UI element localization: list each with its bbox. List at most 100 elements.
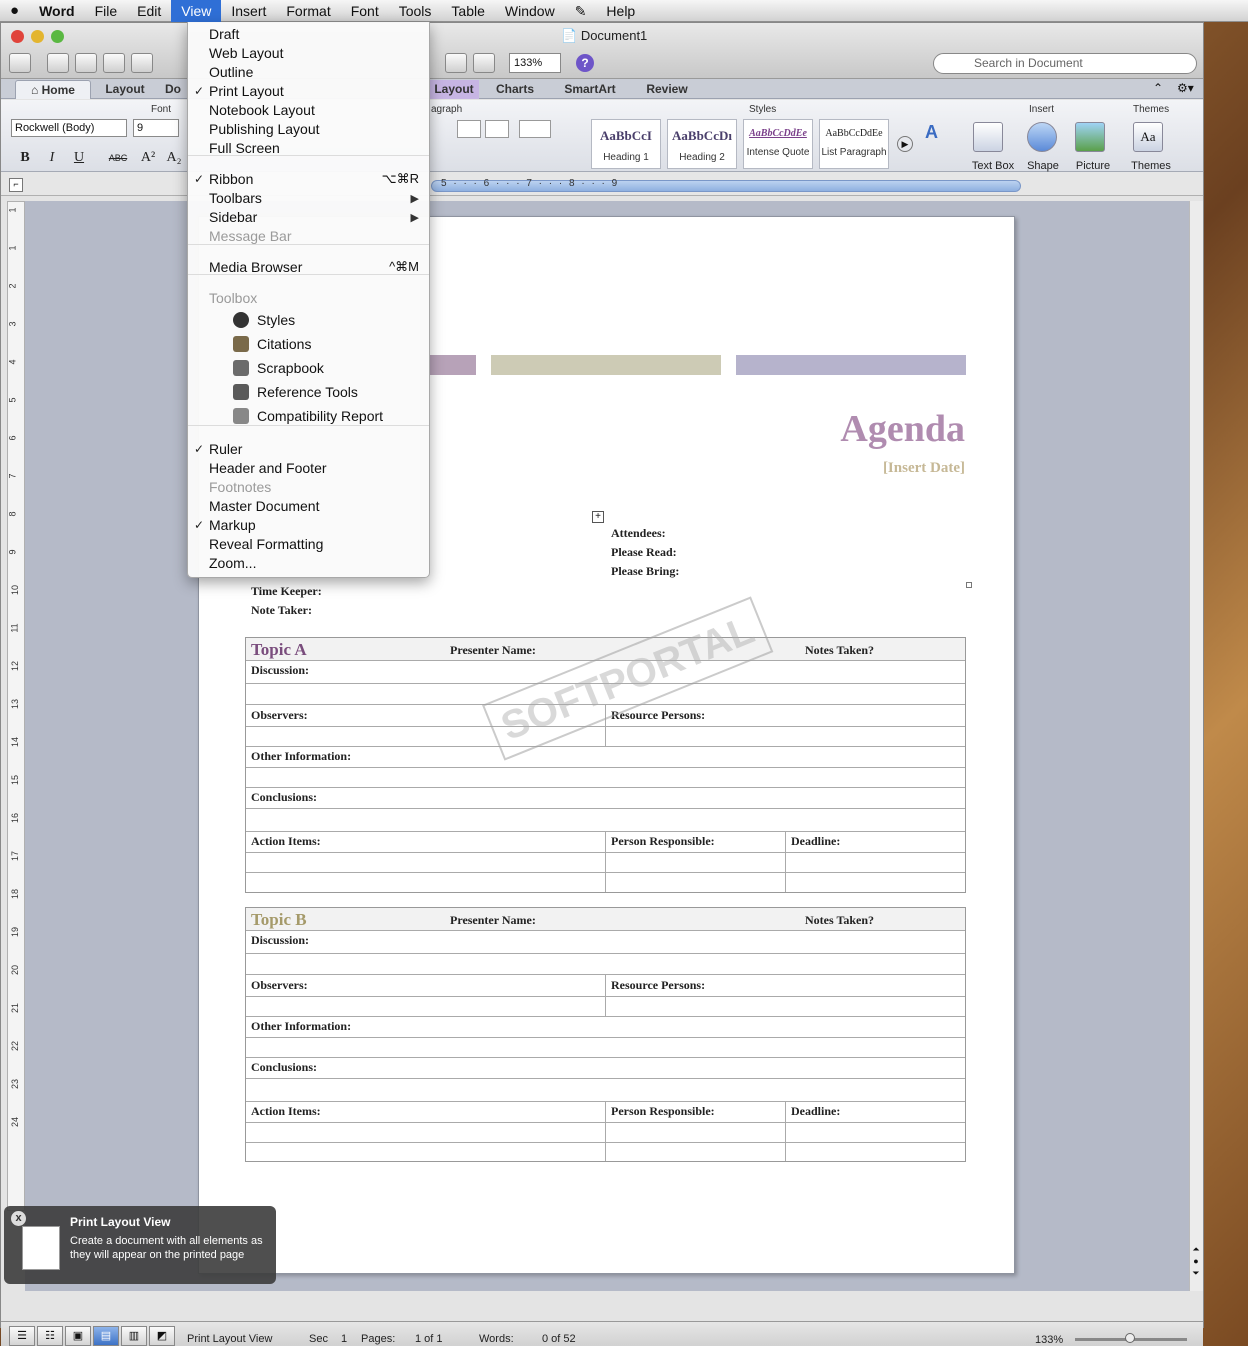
- tab-table-layout[interactable]: Layout: [429, 80, 479, 99]
- zoom-window-icon[interactable]: [51, 30, 64, 43]
- tab-layout[interactable]: Layout: [93, 80, 157, 99]
- print-icon[interactable]: [131, 53, 153, 73]
- style-intense-quote[interactable]: AaBbCcDdEe Intense Quote: [743, 119, 813, 169]
- view-menu-item-styles[interactable]: Styles: [257, 311, 295, 330]
- menu-insert[interactable]: Insert: [221, 0, 276, 22]
- topic-b-table[interactable]: Topic B Presenter Name: Notes Taken? Dis…: [245, 907, 966, 1162]
- shape-icon[interactable]: [1027, 122, 1057, 152]
- view-menu-item-header-and-footer[interactable]: Header and Footer: [209, 459, 327, 478]
- view-menu-item-reveal-formatting[interactable]: Reveal Formatting: [209, 535, 323, 554]
- strikethrough-button[interactable]: ABC: [107, 148, 129, 168]
- shape-button[interactable]: Shape: [1021, 160, 1065, 172]
- view-menu-item-zoom[interactable]: Zoom...: [209, 554, 256, 573]
- tab-document-elements[interactable]: Do: [161, 80, 185, 99]
- view-menu-item-markup[interactable]: Markup: [209, 516, 256, 535]
- style-list-paragraph[interactable]: AaBbCcDdEe List Paragraph: [819, 119, 889, 169]
- style-heading-2[interactable]: AaBbCcDı Heading 2: [667, 119, 737, 169]
- vertical-ruler-number: 10: [10, 584, 21, 596]
- subscript-button[interactable]: A₂: [163, 148, 185, 168]
- save-icon[interactable]: [103, 53, 125, 73]
- tab-smartart[interactable]: SmartArt: [553, 80, 627, 99]
- tab-home[interactable]: ⌂ Home: [15, 80, 91, 99]
- vertical-scrollbar[interactable]: [1189, 201, 1203, 1291]
- topic-a-notes-label: Notes Taken?: [805, 643, 875, 657]
- increase-indent-icon[interactable]: [485, 120, 509, 138]
- topic-b-notes-label: Notes Taken?: [805, 913, 875, 927]
- text-styles-icon[interactable]: A: [925, 122, 938, 143]
- superscript-button[interactable]: A²: [137, 148, 159, 168]
- zoom-select[interactable]: 133%: [509, 53, 561, 73]
- tab-charts[interactable]: Charts: [483, 80, 547, 99]
- new-document-icon[interactable]: [9, 53, 31, 73]
- print-layout-view-icon[interactable]: ▤: [93, 1326, 119, 1346]
- decrease-indent-icon[interactable]: [457, 120, 481, 138]
- font-size-select[interactable]: 9: [133, 119, 179, 137]
- columns-icon[interactable]: [473, 53, 495, 73]
- search-input[interactable]: Search in Document: [933, 53, 1197, 74]
- view-menu-item-scrapbook[interactable]: Scrapbook: [257, 359, 324, 378]
- picture-icon[interactable]: [1075, 122, 1105, 152]
- outline-view-icon[interactable]: ☷: [37, 1326, 63, 1346]
- menu-edit[interactable]: Edit: [127, 0, 171, 22]
- picture-button[interactable]: Picture: [1069, 160, 1117, 172]
- page-navigation-icon[interactable]: ⏶ ● ⏷: [1190, 1243, 1202, 1283]
- text-box-button[interactable]: Text Box: [967, 160, 1019, 172]
- collapse-ribbon-icon[interactable]: ⌃: [1153, 81, 1163, 95]
- tab-review[interactable]: Review: [633, 80, 701, 99]
- menu-app-word[interactable]: Word: [29, 0, 85, 22]
- view-menu-item-sidebar[interactable]: Sidebar: [209, 208, 257, 227]
- full-screen-view-icon[interactable]: ◩: [149, 1326, 175, 1346]
- styles-next-arrow-icon[interactable]: ▶: [897, 136, 913, 152]
- view-menu-item-publishing-layout[interactable]: Publishing Layout: [209, 120, 320, 139]
- zoom-slider-thumb[interactable]: [1125, 1333, 1135, 1343]
- view-menu-item-draft[interactable]: Draft: [209, 25, 239, 44]
- menu-view[interactable]: View: [171, 0, 222, 22]
- columns-button-icon[interactable]: [519, 120, 551, 138]
- view-menu-item-toolbox: Toolbox: [209, 290, 258, 306]
- ribbon-settings-gear-icon[interactable]: ⚙▾: [1177, 81, 1194, 95]
- close-window-icon[interactable]: [11, 30, 24, 43]
- help-icon[interactable]: ?: [576, 54, 594, 72]
- menu-tools[interactable]: Tools: [389, 0, 442, 22]
- text-box-icon[interactable]: [973, 122, 1003, 152]
- view-menu-item-outline[interactable]: Outline: [209, 63, 253, 82]
- tab-stop-selector[interactable]: ⌐: [9, 178, 23, 192]
- underline-button[interactable]: U: [68, 148, 90, 168]
- insert-date-placeholder[interactable]: [Insert Date]: [700, 460, 965, 477]
- menu-format[interactable]: Format: [276, 0, 340, 22]
- table-resize-handle[interactable]: [966, 582, 972, 588]
- view-menu-item-reference-tools[interactable]: Reference Tools: [257, 383, 358, 402]
- tooltip-close-icon[interactable]: x: [11, 1211, 26, 1226]
- checkmark-icon: ✓: [194, 518, 205, 532]
- menu-table[interactable]: Table: [441, 0, 494, 22]
- draft-view-icon[interactable]: ☰: [9, 1326, 35, 1346]
- templates-icon[interactable]: [47, 53, 69, 73]
- themes-button[interactable]: Themes: [1127, 160, 1175, 172]
- italic-button[interactable]: I: [41, 148, 63, 168]
- font-name-select[interactable]: Rockwell (Body): [11, 119, 127, 137]
- open-icon[interactable]: [75, 53, 97, 73]
- view-menu-item-print-layout[interactable]: Print Layout: [209, 82, 284, 101]
- apple-menu-icon[interactable]: ●: [0, 0, 29, 22]
- table-move-handle-icon[interactable]: +: [592, 511, 604, 523]
- view-menu-item-notebook-layout[interactable]: Notebook Layout: [209, 101, 315, 120]
- menu-window[interactable]: Window: [495, 0, 565, 22]
- view-menu-item-ribbon[interactable]: Ribbon: [209, 170, 253, 189]
- style-heading-1[interactable]: AaBbCcI Heading 1: [591, 119, 661, 169]
- menu-font[interactable]: Font: [341, 0, 389, 22]
- publishing-view-icon[interactable]: ▣: [65, 1326, 91, 1346]
- bold-button[interactable]: B: [14, 148, 36, 168]
- view-menu-item-toolbars[interactable]: Toolbars: [209, 189, 262, 208]
- notebook-view-icon[interactable]: ▥: [121, 1326, 147, 1346]
- view-menu-item-ruler[interactable]: Ruler: [209, 440, 242, 459]
- menu-file[interactable]: File: [85, 0, 128, 22]
- view-menu-item-citations[interactable]: Citations: [257, 335, 311, 354]
- script-menu-icon[interactable]: ✎: [565, 0, 597, 22]
- table-icon[interactable]: [445, 53, 467, 73]
- view-menu-item-compatibility-report[interactable]: Compatibility Report: [257, 407, 383, 426]
- menu-help[interactable]: Help: [596, 0, 645, 22]
- view-menu-item-master-document[interactable]: Master Document: [209, 497, 319, 516]
- view-menu-item-web-layout[interactable]: Web Layout: [209, 44, 283, 63]
- minimize-window-icon[interactable]: [31, 30, 44, 43]
- themes-icon[interactable]: Aa: [1133, 122, 1163, 152]
